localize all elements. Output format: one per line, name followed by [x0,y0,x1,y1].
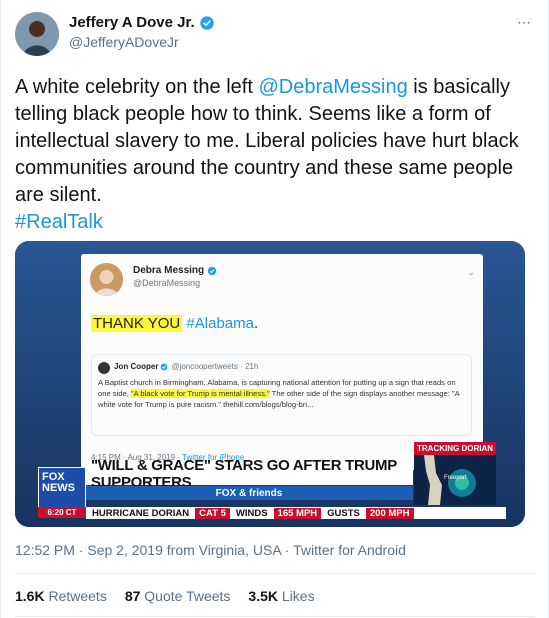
embedded-tweet-text: THANK YOU #Alabama. [91,315,258,332]
likes-stat[interactable]: 3.5K Likes [248,588,314,604]
map-location-label: Freeport [444,475,467,481]
quoted-body-highlight: "A black vote for Trump is mental illnes… [130,389,270,398]
embedded-verified-icon [207,266,217,275]
more-options-icon[interactable]: ⋯ [517,14,532,31]
tracking-dorian-label: TRACKING DORIAN [414,442,496,455]
quoted-tweet: Jon Cooper @joncoopertweets · 21h A Bapt… [91,354,472,436]
ticker-item-2: CAT 5 [195,507,230,519]
chevron-down-icon: ⌄ [467,267,475,277]
retweets-label: Retweets [44,588,107,604]
show-name-bar: FOX & friends [85,486,413,500]
tweet-container: Jeffery A Dove Jr. @JefferyADoveJr ⋯ A w… [0,0,549,618]
quoted-avatar-icon [98,362,110,374]
news-ticker: HURRICANE DORIAN CAT 5 WINDS 165 MPH GUS… [86,507,506,519]
fox-news-logo: FOX NEWS [38,467,86,509]
embedded-author-handle: @DebraMessing [133,278,201,288]
highlighted-text: THANK YOU [91,315,183,332]
retweets-count: 1.6K [15,588,45,604]
quoted-author-meta: @joncoopertweets · 21h [171,362,259,371]
hurricane-map: Freeport [414,455,496,505]
author-name[interactable]: Jeffery A Dove Jr. [69,14,195,31]
retweets-stat[interactable]: 1.6K Retweets [15,588,107,604]
likes-count: 3.5K [248,588,278,604]
quoted-author-row: Jon Cooper @joncoopertweets · 21h [114,362,258,371]
author-avatar[interactable] [15,12,59,56]
author-name-row[interactable]: Jeffery A Dove Jr. [69,14,215,31]
quoted-author-name: Jon Cooper [114,362,159,371]
ticker-item-4: 165 MPH [273,507,322,519]
quote-tweets-stat[interactable]: 87 Quote Tweets [125,588,231,604]
ticker-item-1: HURRICANE DORIAN [92,507,190,519]
hashtag-link[interactable]: #RealTalk [15,211,103,233]
fox-logo-line2: NEWS [42,482,75,494]
user-avatar-icon [15,12,59,56]
embedded-hashtag: #Alabama [186,315,254,332]
quote-tweets-label: Quote Tweets [140,588,231,604]
verified-badge-icon [199,15,214,30]
embedded-period: . [253,315,259,332]
author-handle[interactable]: @JefferyADoveJr [69,34,179,50]
tweet-stats: 1.6K Retweets 87 Quote Tweets 3.5K Likes [15,588,333,604]
tweet-text-part1: A white celebrity on the left [15,76,259,98]
divider [15,573,535,574]
quote-tweets-count: 87 [124,588,141,604]
likes-label: Likes [278,588,315,604]
quoted-verified-icon [161,363,168,370]
broadcast-time: 6:20 CT [38,507,86,518]
ticker-item-5: GUSTS [327,507,360,519]
tweet-media-image[interactable]: Debra Messing @DebraMessing ⌄ THANK YOU … [15,241,525,527]
ticker-item-3: WINDS [235,507,268,519]
quoted-body: A Baptist church in Birmingham, Alabama,… [98,377,470,410]
tweet-text: A white celebrity on the left @DebraMess… [15,74,525,236]
tweet-timestamp[interactable]: 12:52 PM · Sep 2, 2019 from Virginia, US… [15,542,406,558]
embedded-author-name: Debra Messing [133,265,205,276]
divider [15,616,535,617]
embedded-tweet-card: Debra Messing @DebraMessing ⌄ THANK YOU … [81,254,483,470]
ticker-item-6: 200 MPH [365,507,414,519]
embedded-author-row: Debra Messing [133,265,217,276]
mention-link[interactable]: @DebraMessing [258,76,407,98]
embedded-avatar-icon [90,263,123,296]
news-headline: "WILL & GRACE" STARS GO AFTER TRUMP SUPP… [85,457,413,491]
